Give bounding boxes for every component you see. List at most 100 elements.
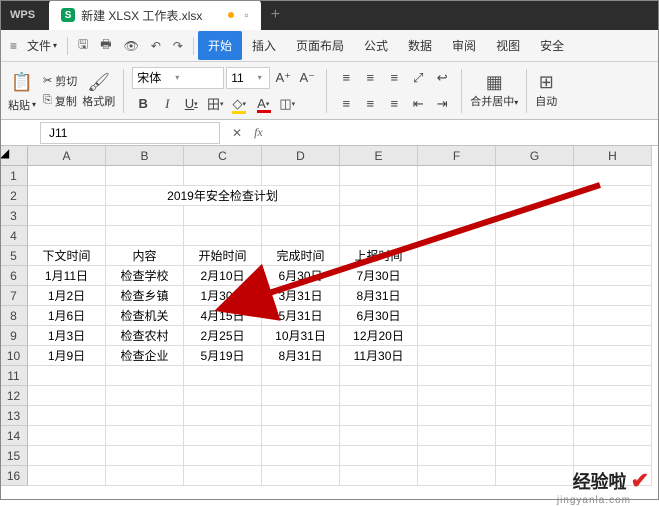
tab-formula[interactable]: 公式 <box>354 31 398 60</box>
cell[interactable] <box>574 446 652 466</box>
col-header[interactable]: H <box>574 146 652 166</box>
cell[interactable] <box>184 466 262 486</box>
cell[interactable] <box>106 386 184 406</box>
cell[interactable] <box>496 246 574 266</box>
cell[interactable] <box>184 366 262 386</box>
tab-review[interactable]: 审阅 <box>442 31 486 60</box>
tab-layout[interactable]: 页面布局 <box>286 31 354 60</box>
cell[interactable] <box>496 446 574 466</box>
cell[interactable] <box>496 386 574 406</box>
cell[interactable]: 2月10日 <box>184 266 262 286</box>
cell[interactable] <box>496 306 574 326</box>
cell[interactable] <box>574 406 652 426</box>
cell[interactable] <box>418 186 496 206</box>
cell[interactable] <box>340 166 418 186</box>
cell[interactable] <box>340 186 418 206</box>
border-button[interactable]: 田▾ <box>204 93 226 115</box>
cell[interactable] <box>418 446 496 466</box>
cell[interactable] <box>28 386 106 406</box>
cell[interactable]: 7月30日 <box>340 266 418 286</box>
cell[interactable] <box>496 166 574 186</box>
cell[interactable] <box>418 426 496 446</box>
cell[interactable] <box>340 226 418 246</box>
row-header[interactable]: 13 <box>0 406 28 426</box>
cell[interactable] <box>184 206 262 226</box>
align-bottom-icon[interactable]: ≡ <box>383 67 405 89</box>
document-tab[interactable]: S 新建 XLSX 工作表.xlsx ▫ <box>49 0 261 30</box>
cell[interactable] <box>106 466 184 486</box>
cell[interactable] <box>262 366 340 386</box>
cell[interactable]: 12月20日 <box>340 326 418 346</box>
cell[interactable]: 上报时间 <box>340 246 418 266</box>
cell[interactable] <box>574 306 652 326</box>
row-header[interactable]: 1 <box>0 166 28 186</box>
underline-button[interactable]: U▾ <box>180 93 202 115</box>
col-header[interactable]: A <box>28 146 106 166</box>
row-header[interactable]: 11 <box>0 366 28 386</box>
print-icon[interactable]: 🖶 <box>94 35 117 56</box>
cell[interactable] <box>418 406 496 426</box>
cell[interactable]: 检查学校 <box>106 266 184 286</box>
cell[interactable]: 开始时间 <box>184 246 262 266</box>
row-header[interactable]: 7 <box>0 286 28 306</box>
cell[interactable] <box>184 166 262 186</box>
cell[interactable]: 内容 <box>106 246 184 266</box>
col-header[interactable]: C <box>184 146 262 166</box>
font-color-button[interactable]: A▾ <box>252 93 274 115</box>
redo-icon[interactable]: ↷ <box>167 39 189 53</box>
cell[interactable] <box>418 466 496 486</box>
tab-data[interactable]: 数据 <box>398 31 442 60</box>
cell[interactable]: 4月15日 <box>184 306 262 326</box>
hamburger-icon[interactable]: ≡ <box>6 39 21 53</box>
cell[interactable] <box>28 466 106 486</box>
row-header[interactable]: 16 <box>0 466 28 486</box>
font-size-select[interactable]: 11▾ <box>226 67 270 89</box>
align-right-icon[interactable]: ≡ <box>383 93 405 115</box>
align-left-icon[interactable]: ≡ <box>335 93 357 115</box>
cell[interactable] <box>418 206 496 226</box>
cell[interactable] <box>574 366 652 386</box>
cell[interactable]: 1月9日 <box>28 346 106 366</box>
row-header[interactable]: 5 <box>0 246 28 266</box>
col-header[interactable]: B <box>106 146 184 166</box>
cell[interactable] <box>28 186 106 206</box>
cell[interactable]: 检查机关 <box>106 306 184 326</box>
paste-group[interactable]: 📋 粘贴▾ <box>8 69 36 113</box>
cell[interactable] <box>496 346 574 366</box>
cell[interactable] <box>106 406 184 426</box>
select-all-corner[interactable]: ◢ <box>0 146 28 166</box>
cell[interactable]: 2月25日 <box>184 326 262 346</box>
cell[interactable] <box>574 426 652 446</box>
cell[interactable] <box>28 426 106 446</box>
cell[interactable] <box>574 206 652 226</box>
cell[interactable] <box>418 346 496 366</box>
cell[interactable] <box>184 386 262 406</box>
row-header[interactable]: 4 <box>0 226 28 246</box>
cell[interactable] <box>340 366 418 386</box>
cell[interactable]: 检查企业 <box>106 346 184 366</box>
cell[interactable] <box>574 246 652 266</box>
cell[interactable]: 1月11日 <box>28 266 106 286</box>
cell[interactable]: 3月31日 <box>262 286 340 306</box>
cell[interactable] <box>496 226 574 246</box>
cell[interactable]: 1月3日 <box>28 326 106 346</box>
preview-icon[interactable]: 👁 <box>118 39 145 53</box>
cell[interactable] <box>496 366 574 386</box>
cell[interactable] <box>340 446 418 466</box>
cell[interactable] <box>574 186 652 206</box>
cell[interactable] <box>28 406 106 426</box>
cell[interactable] <box>184 226 262 246</box>
cell[interactable] <box>28 366 106 386</box>
cell[interactable]: 完成时间 <box>262 246 340 266</box>
cell[interactable]: 11月30日 <box>340 346 418 366</box>
cell[interactable] <box>106 166 184 186</box>
cell[interactable]: 6月30日 <box>262 266 340 286</box>
orientation-icon[interactable]: ⤢ <box>407 67 429 89</box>
row-header[interactable]: 15 <box>0 446 28 466</box>
row-header[interactable]: 2 <box>0 186 28 206</box>
fill-color-button[interactable]: ◇▾ <box>228 93 250 115</box>
increase-font-icon[interactable]: A⁺ <box>272 67 294 89</box>
cell[interactable]: 5月19日 <box>184 346 262 366</box>
wrap-icon[interactable]: ↩ <box>431 67 453 89</box>
italic-button[interactable]: I <box>156 93 178 115</box>
